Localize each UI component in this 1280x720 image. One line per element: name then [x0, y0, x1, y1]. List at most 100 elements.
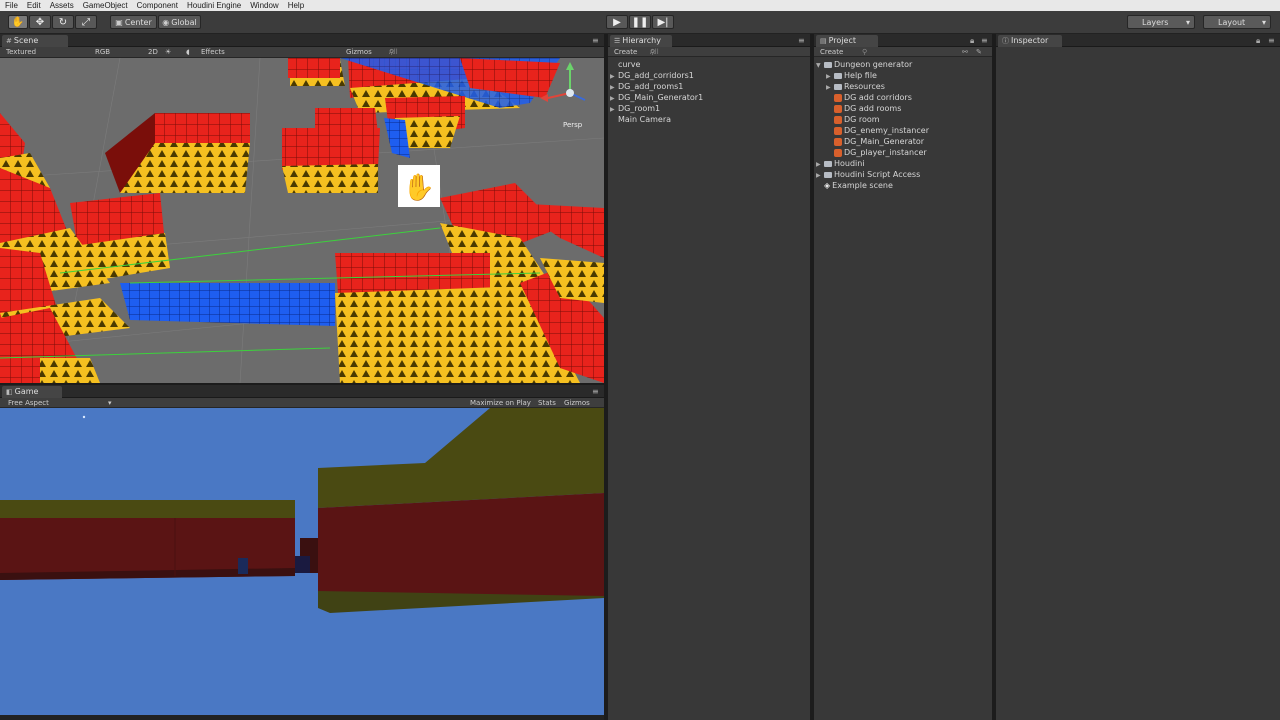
tab-scene[interactable]: # Scene — [2, 35, 68, 47]
hierarchy-item[interactable]: ▶ DG_add_rooms1 — [610, 81, 808, 92]
project-item[interactable]: DG add corridors — [816, 92, 992, 103]
menu-window[interactable]: Window — [250, 0, 278, 11]
layout-dropdown-arrow-icon: ▾ — [1261, 17, 1266, 27]
tab-game[interactable]: ◧ Game — [2, 386, 62, 398]
menu-component[interactable]: Component — [137, 0, 178, 11]
hierarchy-tab-bar: ☰ Hierarchy ≡ — [608, 34, 810, 47]
project-item-label: DG add rooms — [844, 104, 902, 113]
maximize-on-play-toggle[interactable]: Maximize on Play — [470, 398, 531, 408]
scene-panel-menu-icon[interactable]: ≡ — [592, 36, 599, 45]
scene-tab-label: Scene — [13, 36, 39, 45]
hand-tool-button[interactable]: ✋ — [8, 15, 28, 29]
hierarchy-create-dropdown[interactable]: Create — [614, 47, 637, 57]
menu-file[interactable]: File — [5, 0, 18, 11]
project-panel: ▤ Project 🔒︎ ≡ Create ⚲ ⚯ ✎ ▼ Dungeon gene… — [814, 34, 992, 720]
scene-tab-bar: # Scene ≡ — [0, 34, 604, 47]
audio-toggle-icon[interactable]: ◖ — [186, 47, 190, 58]
project-item[interactable]: DG_player_instancer — [816, 147, 992, 158]
inspector-lock-icon[interactable]: 🔒︎ — [1256, 36, 1260, 46]
inspector-tab-bar: ⓘ Inspector 🔒︎ ≡ — [996, 34, 1280, 47]
houdini-asset-icon — [834, 104, 842, 113]
hierarchy-item[interactable]: ▶ DG_Main_Generator1 — [610, 92, 808, 103]
scale-tool-button[interactable]: ⤢ — [75, 15, 97, 29]
project-item[interactable]: ▶ Houdini Script Access — [816, 169, 992, 180]
menu-assets[interactable]: Assets — [50, 0, 74, 11]
inspector-panel-menu-icon[interactable]: ≡ — [1268, 36, 1275, 45]
color-mode-dropdown[interactable]: RGB — [95, 47, 110, 58]
hierarchy-list: curve ▶ DG_add_corridors1 ▶ DG_add_rooms1 … — [610, 59, 808, 125]
project-panel-menu-icon[interactable]: ≡ — [981, 36, 988, 45]
filter-by-label-icon[interactable]: ✎ — [976, 47, 982, 57]
game-tab-bar: ◧ Game ≡ — [0, 385, 604, 398]
pivot-center-button[interactable]: ▣ Center — [110, 15, 157, 29]
aspect-dropdown[interactable]: Free Aspect — [8, 398, 49, 408]
render-mode-dropdown[interactable]: Textured — [6, 47, 36, 58]
project-search-icon[interactable]: ⚲ — [862, 47, 867, 57]
layout-dropdown[interactable]: Layout ▾ — [1203, 15, 1271, 29]
game-gizmos-dropdown[interactable]: Gizmos — [564, 398, 590, 408]
project-toolbar: Create ⚲ ⚯ ✎ — [814, 47, 992, 57]
hierarchy-panel-menu-icon[interactable]: ≡ — [798, 36, 805, 45]
project-tab-label: Project — [828, 36, 856, 45]
persp-label[interactable]: Persp — [563, 121, 582, 129]
project-item[interactable]: ▶ Houdini — [816, 158, 992, 169]
effects-dropdown[interactable]: Effects — [201, 47, 225, 58]
rotate-tool-button[interactable]: ↻ — [52, 15, 74, 29]
scale-icon: ⤢ — [82, 16, 90, 28]
hierarchy-item[interactable]: ▶ DG_room1 — [610, 103, 808, 114]
project-item[interactable]: DG room — [816, 114, 992, 125]
play-button[interactable]: ▶ — [606, 15, 628, 29]
project-item[interactable]: DG_enemy_instancer — [816, 125, 992, 136]
layers-dropdown[interactable]: Layers ▾ — [1127, 15, 1195, 29]
game-render — [0, 408, 604, 613]
pause-button[interactable]: ❚❚ — [629, 15, 651, 29]
step-button[interactable]: ▶| — [652, 15, 674, 29]
mode-2d-toggle[interactable]: 2D — [148, 47, 158, 58]
game-panel-menu-icon[interactable]: ≡ — [592, 387, 599, 396]
menu-houdini-engine[interactable]: Houdini Engine — [187, 0, 241, 11]
globe-icon: ◉ — [162, 17, 170, 27]
project-lock-icon[interactable]: 🔒︎ — [970, 36, 974, 46]
filter-by-type-icon[interactable]: ⚯ — [962, 47, 968, 57]
project-item[interactable]: ◈ Example scene — [816, 180, 992, 191]
hierarchy-item[interactable]: curve — [610, 59, 808, 70]
scene-render: ✋ — [0, 58, 604, 383]
hierarchy-item-label: DG_Main_Generator1 — [618, 93, 704, 102]
scene-viewport[interactable]: ✋ Persp — [0, 58, 604, 383]
hierarchy-item[interactable]: ▶ DG_add_corridors1 — [610, 70, 808, 81]
tab-project[interactable]: ▤ Project — [816, 35, 878, 47]
stats-toggle[interactable]: Stats — [538, 398, 556, 408]
houdini-asset-icon — [834, 93, 842, 102]
project-create-dropdown[interactable]: Create — [820, 47, 843, 57]
hierarchy-item-label: DG_room1 — [618, 104, 661, 113]
project-tab-icon: ▤ — [820, 37, 827, 45]
aspect-dropdown-arrow-icon[interactable]: ▾ — [108, 398, 112, 408]
pivot-global-button[interactable]: ◉ Global — [158, 15, 201, 29]
project-item-label: DG_player_instancer — [844, 148, 927, 157]
game-viewport[interactable] — [0, 408, 604, 715]
menu-edit[interactable]: Edit — [27, 0, 41, 11]
project-item-label: Resources — [844, 82, 885, 91]
pivot-center-label: Center — [124, 17, 152, 27]
project-item[interactable]: DG add rooms — [816, 103, 992, 114]
project-item-label: Help file — [844, 71, 877, 80]
project-item[interactable]: ▶ Resources — [816, 81, 992, 92]
houdini-asset-icon — [834, 137, 842, 146]
gizmos-dropdown[interactable]: Gizmos — [346, 47, 372, 58]
project-list: ▼ Dungeon generator ▶ Help file ▶ Resources… — [816, 59, 992, 191]
menu-help[interactable]: Help — [288, 0, 304, 11]
svg-text:✋: ✋ — [403, 172, 435, 203]
folder-icon — [834, 83, 842, 90]
project-item[interactable]: DG_Main_Generator — [816, 136, 992, 147]
lighting-toggle-icon[interactable]: ☀ — [165, 47, 171, 58]
move-icon: ✥ — [35, 16, 45, 28]
move-tool-button[interactable]: ✥ — [29, 15, 51, 29]
project-item-label: DG add corridors — [844, 93, 912, 102]
menu-gameobject[interactable]: GameObject — [83, 0, 128, 11]
tab-inspector[interactable]: ⓘ Inspector — [998, 35, 1062, 47]
hierarchy-item[interactable]: Main Camera — [610, 114, 808, 125]
project-item[interactable]: ▼ Dungeon generator — [816, 59, 992, 70]
project-item[interactable]: ▶ Help file — [816, 70, 992, 81]
houdini-asset-icon — [834, 148, 842, 157]
tab-hierarchy[interactable]: ☰ Hierarchy — [610, 35, 672, 47]
